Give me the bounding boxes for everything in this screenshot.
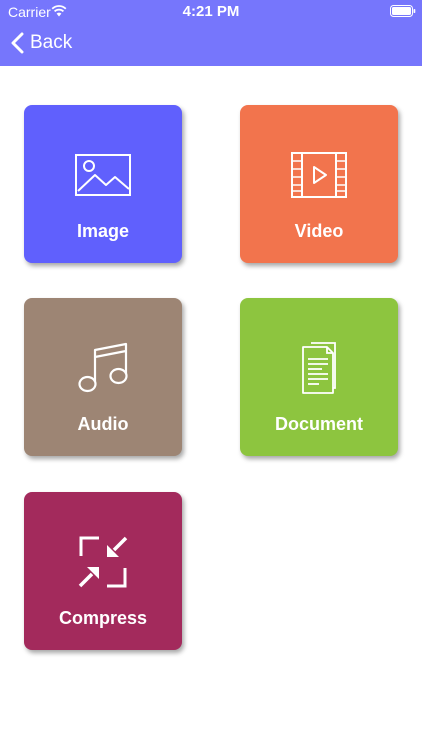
- music-note-icon: [78, 342, 128, 393]
- navigation-header: Carrier 4:21 PM Back: [0, 0, 422, 66]
- tile-label: Document: [274, 414, 363, 434]
- document-tile[interactable]: Document: [240, 298, 398, 456]
- image-icon: [75, 154, 131, 196]
- battery-icon: [390, 4, 416, 17]
- audio-tile[interactable]: Audio: [24, 298, 182, 456]
- back-label: Back: [30, 32, 73, 53]
- film-icon: [291, 152, 347, 198]
- compress-tile[interactable]: Compress: [24, 492, 182, 650]
- back-button[interactable]: Back: [10, 30, 72, 56]
- status-bar: Carrier 4:21 PM: [0, 0, 422, 22]
- tile-label: Image: [76, 221, 130, 241]
- image-tile[interactable]: Image: [24, 105, 182, 263]
- video-tile[interactable]: Video: [240, 105, 398, 263]
- tile-label: Audio: [77, 414, 129, 434]
- chevron-left-icon: [11, 32, 24, 54]
- tile-label: Video: [294, 221, 344, 241]
- clock: 4:21 PM: [182, 3, 240, 20]
- tile-label: Compress: [58, 608, 148, 628]
- document-icon: [302, 342, 336, 394]
- compress-icon: [78, 536, 128, 588]
